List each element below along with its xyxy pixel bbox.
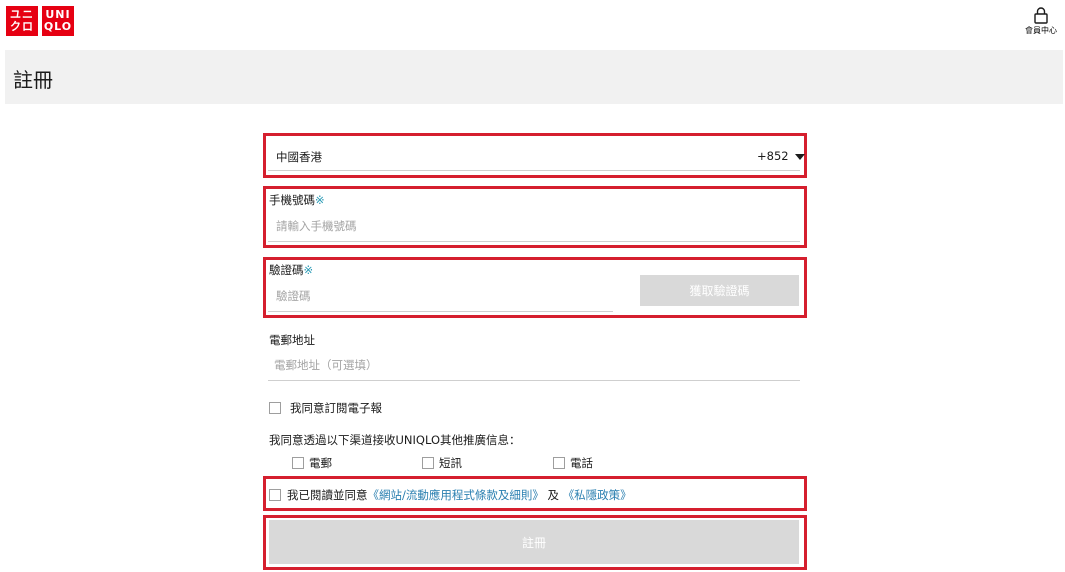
chevron-down-icon	[794, 153, 805, 160]
channel-sms-checkbox[interactable]	[422, 457, 434, 469]
member-center-link[interactable]: 會員中心	[1021, 6, 1061, 36]
country-select[interactable]	[268, 140, 802, 170]
otp-label-text: 驗證碼	[269, 263, 304, 277]
newsletter-label: 我同意訂閱電子報	[290, 401, 382, 415]
phone-input[interactable]: 請輸入手機號碼	[276, 218, 796, 234]
required-mark: ※	[315, 193, 325, 207]
otp-label: 驗證碼※	[269, 262, 313, 278]
register-button[interactable]: 註冊	[269, 520, 799, 564]
member-center-label: 會員中心	[1025, 26, 1057, 35]
logo-text: クロ	[10, 20, 34, 33]
otp-input[interactable]: 驗證碼	[276, 288, 606, 304]
country-name: 中國香港	[276, 150, 322, 164]
channel-phone-label: 電話	[570, 456, 593, 470]
logo-tile-latin: UNI QLO	[42, 6, 74, 36]
terms-checkbox[interactable]	[269, 489, 281, 501]
title-bar: 註冊	[5, 50, 1063, 104]
page-title: 註冊	[13, 68, 53, 92]
phone-label: 手機號碼※	[269, 192, 325, 208]
privacy-link[interactable]: 《私隱政策》	[563, 488, 632, 502]
user-lock-icon	[1034, 7, 1048, 24]
country-code: +852	[757, 149, 789, 163]
email-underline	[268, 380, 800, 381]
required-mark: ※	[303, 263, 314, 277]
email-input[interactable]: 電郵地址（可選填）	[274, 357, 794, 373]
channel-email-checkbox[interactable]	[292, 457, 304, 469]
otp-underline	[268, 311, 613, 312]
channel-email-label: 電郵	[309, 456, 332, 470]
logo-text: QLO	[43, 20, 73, 33]
terms-prefix: 我已閱讀並同意	[287, 488, 368, 502]
highlight-phone	[263, 186, 807, 248]
channel-phone-checkbox[interactable]	[553, 457, 565, 469]
country-code-dropdown[interactable]: +852	[757, 149, 805, 163]
terms-and: 及	[547, 488, 560, 502]
terms-text: 我已閱讀並同意《網站/流動應用程式條款及細則》 及 《私隱政策》	[287, 487, 632, 503]
terms-link[interactable]: 《網站/流動應用程式條款及細則》	[368, 488, 544, 502]
channel-sms-label: 短訊	[439, 456, 462, 470]
phone-label-text: 手機號碼	[269, 193, 315, 207]
email-label: 電郵地址	[269, 333, 315, 347]
get-otp-button[interactable]: 獲取驗證碼	[640, 275, 799, 306]
phone-underline	[268, 241, 800, 242]
logo-tile-katakana: ユニ クロ	[6, 6, 38, 36]
newsletter-checkbox[interactable]	[269, 402, 281, 414]
uniqlo-logo[interactable]: ユニ クロ UNI QLO	[6, 6, 74, 36]
country-underline	[268, 170, 800, 171]
channels-label: 我同意透過以下渠道接收UNIQLO其他推廣信息：	[269, 433, 521, 447]
